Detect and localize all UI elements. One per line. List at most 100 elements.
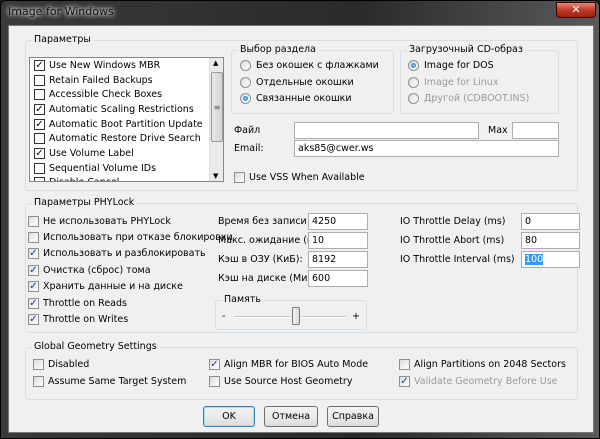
help-button[interactable]: Справка xyxy=(327,406,379,427)
io-throttle-label: IO Throttle Delay (ms) xyxy=(400,216,506,227)
window-title: Image for Windows xyxy=(8,5,114,18)
scroll-thumb[interactable]: ≡ xyxy=(211,72,223,142)
geometry-option-checkbox-label: Align MBR for BIOS Auto Mode xyxy=(224,358,369,370)
radio-dot xyxy=(240,60,251,71)
geometry-option-checkbox-label: Assume Same Target System xyxy=(48,375,187,387)
phylock-option-checkbox[interactable]: ✓ Очистка (сброс) тома xyxy=(28,263,151,277)
list-option-checkbox[interactable]: Retain Failed Backups xyxy=(30,73,223,88)
list-option-checkbox[interactable]: Automatic Restore Drive Search xyxy=(30,131,223,146)
list-option-checkbox[interactable]: ✓ Automatic Boot Partition Update xyxy=(30,117,223,132)
list-option-checkbox-label: Automatic Boot Partition Update xyxy=(49,118,203,130)
close-icon: ✕ xyxy=(571,3,581,16)
checkbox-box: ✓ xyxy=(28,281,39,293)
io-throttle-label: IO Throttle Interval (ms) xyxy=(400,254,515,265)
slider-min-label: - xyxy=(222,311,226,322)
phylock-field-input[interactable]: 4250 xyxy=(308,213,368,230)
geometry-option-checkbox: ✓ Validate Geometry Before Use xyxy=(399,374,558,388)
memory-group: Память - + xyxy=(215,294,367,330)
close-button[interactable]: ✕ xyxy=(556,2,596,18)
checkbox-box: ✓ xyxy=(28,297,39,309)
io-throttle-value: 0 xyxy=(525,216,532,227)
list-option-checkbox-label: Retain Failed Backups xyxy=(49,74,153,86)
phylock-field-input[interactable]: 8192 xyxy=(308,251,368,268)
checkbox-box xyxy=(34,133,45,145)
geometry-option-checkbox[interactable]: Align Partitions on 2048 Sectors xyxy=(399,357,566,371)
phylock-option-checkbox[interactable]: ✓ Throttle on Writes xyxy=(28,312,128,326)
phylock-option-checkbox[interactable]: ✓ Хранить данные и на диске xyxy=(28,280,183,294)
partition-select-radio-label: Связанные окошки xyxy=(256,93,352,104)
boot-cd-radio: Другой (CDBOOT.INS) xyxy=(408,93,529,104)
boot-cd-radio[interactable]: Image for DOS xyxy=(408,60,494,71)
cancel-button[interactable]: Отмена xyxy=(264,406,318,427)
list-option-checkbox[interactable]: ✓ Automatic Scaling Restrictions xyxy=(30,102,223,117)
geometry-option-checkbox[interactable]: Use Source Host Geometry xyxy=(209,374,352,388)
phylock-option-checkbox[interactable]: Использовать при отказе блокировки xyxy=(28,230,233,244)
partition-select-radio[interactable]: Без окошек с флажками xyxy=(240,60,379,71)
email-input[interactable]: aks85@cwer.ws xyxy=(294,140,559,157)
checkbox-box xyxy=(33,358,44,370)
geometry-option-checkbox[interactable]: ✓ Align MBR for BIOS Auto Mode xyxy=(209,357,368,371)
partition-select-radio[interactable]: Отдельные окошки xyxy=(240,76,354,88)
ok-button[interactable]: OK xyxy=(203,406,255,427)
vss-label: Use VSS When Available xyxy=(249,171,365,183)
phylock-option-checkbox[interactable]: ✓ Throttle on Reads xyxy=(28,296,127,310)
checkbox-box xyxy=(209,375,220,387)
checkbox-box xyxy=(34,162,45,174)
list-scrollbar[interactable]: ▲ ≡ ▼ xyxy=(209,58,223,181)
email-label: Email: xyxy=(234,143,264,154)
scroll-up-icon[interactable]: ▲ xyxy=(213,59,218,67)
phylock-option-checkbox[interactable]: ✓ Использовать и разблокировать xyxy=(28,247,206,261)
radio-dot xyxy=(240,76,251,88)
partition-select-legend: Выбор раздела xyxy=(238,44,318,55)
phylock-field-label: Кэш на диске (МиБ): xyxy=(218,273,321,284)
phylock-field-input[interactable]: 600 xyxy=(308,270,368,287)
list-option-checkbox-label: Use New Windows MBR xyxy=(49,59,161,71)
phylock-option-checkbox-label: Throttle on Reads xyxy=(43,297,127,309)
phylock-option-checkbox-label: Не использовать PHYLock xyxy=(43,215,171,227)
list-option-checkbox-label: Automatic Restore Drive Search xyxy=(49,133,201,145)
geometry-option-checkbox-label: Disabled xyxy=(48,358,90,370)
list-option-checkbox[interactable]: Disable Cancel xyxy=(30,176,223,181)
checkbox-box xyxy=(234,171,245,183)
phylock-option-checkbox-label: Использовать при отказе блокировки xyxy=(43,231,233,243)
memory-slider-thumb[interactable] xyxy=(291,307,300,325)
file-input[interactable] xyxy=(294,122,479,139)
phylock-option-checkbox-label: Очистка (сброс) тома xyxy=(43,264,151,276)
boot-cd-radio-label: Другой (CDBOOT.INS) xyxy=(424,93,530,104)
phylock-option-checkbox-label: Throttle on Writes xyxy=(43,313,129,325)
checkbox-box: ✓ xyxy=(28,313,39,325)
radio-dot xyxy=(408,60,419,71)
geometry-option-checkbox[interactable]: Assume Same Target System xyxy=(33,374,186,388)
checkbox-box xyxy=(28,231,39,243)
partition-select-radio-label: Отдельные окошки xyxy=(256,76,354,88)
phylock-field-input[interactable]: 10 xyxy=(308,232,368,249)
scroll-down-icon[interactable]: ▼ xyxy=(213,172,218,180)
checkbox-box: ✓ xyxy=(34,103,45,115)
list-option-checkbox[interactable]: Accessible Check Boxes xyxy=(30,87,223,102)
params-legend: Параметры xyxy=(32,34,93,45)
list-option-checkbox-label: Sequential Volume IDs xyxy=(49,162,157,174)
memory-legend: Память xyxy=(222,294,263,305)
max-input[interactable] xyxy=(512,122,559,139)
options-listbox[interactable]: ✓ Use New Windows MBR Retain Failed Backup… xyxy=(29,57,224,182)
io-throttle-value: 80 xyxy=(525,235,538,246)
list-option-checkbox[interactable]: ✓ Use Volume Label xyxy=(30,146,223,161)
checkbox-box: ✓ xyxy=(34,59,45,71)
phylock-option-checkbox[interactable]: Не использовать PHYLock xyxy=(28,214,171,228)
list-option-checkbox[interactable]: Sequential Volume IDs xyxy=(30,161,223,176)
vss-checkbox[interactable]: Use VSS When Available xyxy=(234,170,365,184)
geometry-option-checkbox[interactable]: Disabled xyxy=(33,357,89,371)
checkbox-box xyxy=(33,375,44,387)
checkbox-box: ✓ xyxy=(34,118,45,130)
io-throttle-input[interactable]: 80 xyxy=(521,232,580,249)
partition-select-radio[interactable]: Связанные окошки xyxy=(240,93,352,104)
list-option-checkbox[interactable]: ✓ Use New Windows MBR xyxy=(30,58,223,73)
io-throttle-input[interactable]: 0 xyxy=(521,213,580,230)
phylock-option-checkbox-label: Использовать и разблокировать xyxy=(43,248,206,260)
partition-select-radio-label: Без окошек с флажками xyxy=(256,60,379,71)
io-throttle-input[interactable]: 100 xyxy=(521,251,580,268)
list-option-checkbox-label: Use Volume Label xyxy=(49,147,134,159)
memory-slider-track[interactable] xyxy=(234,316,346,318)
checkbox-box xyxy=(28,215,39,227)
radio-dot xyxy=(240,93,251,104)
